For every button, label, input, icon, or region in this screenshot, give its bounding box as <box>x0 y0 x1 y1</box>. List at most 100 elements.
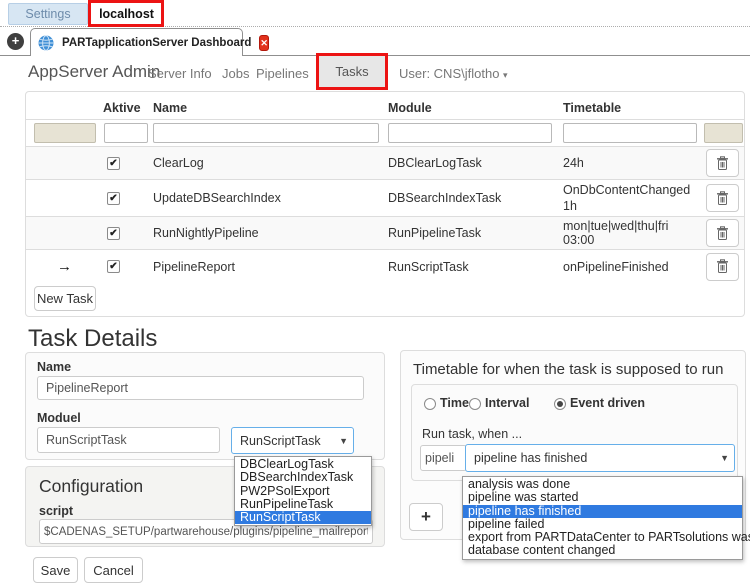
navbar-brand[interactable]: AppServer Admin <box>28 62 160 82</box>
trash-icon <box>716 226 729 241</box>
task-timetable: 24h <box>560 147 701 179</box>
active-checkbox[interactable]: ✔ <box>107 260 120 273</box>
nav-item-user-menu[interactable]: User: CNS\jflotho ▾ <box>399 66 508 81</box>
header-indicator <box>26 92 100 119</box>
selected-row-arrow-icon: → <box>57 258 72 275</box>
task-name-input[interactable] <box>37 376 364 400</box>
globe-icon <box>38 35 54 51</box>
radio-time[interactable] <box>424 398 436 410</box>
task-name: RunNightlyPipeline <box>150 217 385 249</box>
task-module: RunPipelineTask <box>385 217 560 249</box>
event-select[interactable]: pipeline has finished ▼ <box>465 444 735 472</box>
header-name: Name <box>150 92 385 119</box>
dropdown-option[interactable]: export from PARTDataCenter to PARTsoluti… <box>463 531 742 544</box>
module-select[interactable]: RunScriptTask ▼ <box>231 427 354 454</box>
new-task-button[interactable]: New Task <box>34 286 96 311</box>
delete-task-button[interactable] <box>706 219 739 247</box>
header-timetable: Timetable <box>560 92 701 119</box>
add-timetable-entry-button[interactable]: + <box>409 503 443 531</box>
table-header-row: Aktive Name Module Timetable <box>26 92 744 120</box>
module-select-dropdown: DBClearLogTask DBSearchIndexTask PW2PSol… <box>234 456 372 526</box>
module-label: Moduel <box>37 411 81 425</box>
user-menu-label: User: CNS\jflotho <box>399 66 499 81</box>
delete-task-button[interactable] <box>706 253 739 281</box>
radio-interval[interactable] <box>469 398 481 410</box>
select-caret-icon: ▼ <box>339 436 348 446</box>
radio-event-driven-label: Event driven <box>570 396 645 410</box>
configuration-title: Configuration <box>39 476 143 497</box>
save-button[interactable]: Save <box>33 557 78 583</box>
chevron-down-icon: ▾ <box>503 70 508 80</box>
header-actions <box>701 92 744 119</box>
close-tab-icon[interactable]: ✕ <box>259 35 269 51</box>
page-tab-title: PARTapplicationServer Dashboard <box>62 37 251 49</box>
filter-disabled-box-right <box>704 123 743 143</box>
dropdown-option[interactable]: database content changed <box>463 544 742 557</box>
name-label: Name <box>37 360 71 374</box>
dropdown-option[interactable]: pipeline was started <box>463 491 742 504</box>
filter-active-input[interactable] <box>104 123 148 143</box>
script-label: script <box>39 504 73 518</box>
task-name: UpdateDBSearchIndex <box>150 180 385 216</box>
filter-name-input[interactable] <box>153 123 379 143</box>
event-text-input[interactable] <box>420 445 467 471</box>
task-module: DBClearLogTask <box>385 147 560 179</box>
dropdown-option[interactable]: RunPipelineTask <box>235 498 371 511</box>
active-checkbox[interactable]: ✔ <box>107 157 120 170</box>
dropdown-option[interactable]: PW2PSolExport <box>235 485 371 498</box>
new-tab-button[interactable]: + <box>7 33 24 50</box>
delete-task-button[interactable] <box>706 149 739 177</box>
nav-item-jobs[interactable]: Jobs <box>222 66 249 81</box>
filter-module-input[interactable] <box>388 123 552 143</box>
filter-disabled-box-left <box>34 123 96 143</box>
table-row[interactable]: → ✔ PipelineReport RunScriptTask onPipel… <box>26 250 744 283</box>
event-select-dropdown: analysis was done pipeline was started p… <box>462 476 743 560</box>
module-select-value: RunScriptTask <box>240 434 321 448</box>
tasks-table-panel: Aktive Name Module Timetable ✔ ClearLog … <box>25 91 745 317</box>
active-checkbox[interactable]: ✔ <box>107 227 120 240</box>
timetable-title: Timetable for when the task is supposed … <box>413 361 723 378</box>
table-filter-row <box>26 120 744 147</box>
active-checkbox[interactable]: ✔ <box>107 192 120 205</box>
trash-icon <box>716 191 729 206</box>
task-details-title: Task Details <box>28 325 157 353</box>
dashboard-page-tab[interactable]: PARTapplicationServer Dashboard ✕ <box>30 28 243 56</box>
dropdown-option[interactable]: DBSearchIndexTask <box>235 471 371 484</box>
task-details-panel: Name Moduel RunScriptTask ▼ <box>25 352 385 460</box>
browser-tab-localhost[interactable]: localhost <box>92 3 161 24</box>
table-row[interactable]: ✔ ClearLog DBClearLogTask 24h <box>26 147 744 180</box>
timetable-inner-panel: Time Interval Event driven Run task, whe… <box>411 384 738 481</box>
task-timetable: mon|tue|wed|thu|fri 03:00 <box>560 217 701 249</box>
task-name: PipelineReport <box>150 250 385 283</box>
radio-event-driven[interactable] <box>554 398 566 410</box>
radio-interval-label: Interval <box>485 396 529 410</box>
tab-strip-divider <box>0 26 750 27</box>
table-row[interactable]: ✔ UpdateDBSearchIndex DBSearchIndexTask … <box>26 180 744 217</box>
trash-icon <box>716 156 729 171</box>
dropdown-option[interactable]: analysis was done <box>463 478 742 491</box>
filter-timetable-input[interactable] <box>563 123 697 143</box>
cancel-button[interactable]: Cancel <box>84 557 143 583</box>
header-active: Aktive <box>100 92 150 119</box>
task-module: DBSearchIndexTask <box>385 180 560 216</box>
select-caret-icon: ▼ <box>720 453 729 463</box>
dropdown-option-selected[interactable]: pipeline has finished <box>463 505 742 518</box>
dropdown-option-selected[interactable]: RunScriptTask <box>235 511 371 524</box>
screenshot-stage: Settings localhost + PARTapplicationServ… <box>0 0 750 588</box>
radio-time-label: Time <box>440 396 469 410</box>
nav-item-tasks[interactable]: Tasks <box>319 55 385 88</box>
delete-task-button[interactable] <box>706 184 739 212</box>
task-timetable: onPipelineFinished <box>560 250 701 283</box>
event-select-value: pipeline has finished <box>474 451 587 465</box>
task-timetable: OnDbContentChanged 1h <box>560 180 701 216</box>
dropdown-option[interactable]: pipeline failed <box>463 518 742 531</box>
task-module-input[interactable] <box>37 427 220 453</box>
browser-tab-settings[interactable]: Settings <box>8 3 88 25</box>
nav-item-server-info[interactable]: Server Info <box>148 66 212 81</box>
trash-icon <box>716 259 729 274</box>
task-module: RunScriptTask <box>385 250 560 283</box>
table-row[interactable]: ✔ RunNightlyPipeline RunPipelineTask mon… <box>26 217 744 250</box>
header-module: Module <box>385 92 560 119</box>
dropdown-option[interactable]: DBClearLogTask <box>235 458 371 471</box>
nav-item-pipelines[interactable]: Pipelines <box>256 66 309 81</box>
